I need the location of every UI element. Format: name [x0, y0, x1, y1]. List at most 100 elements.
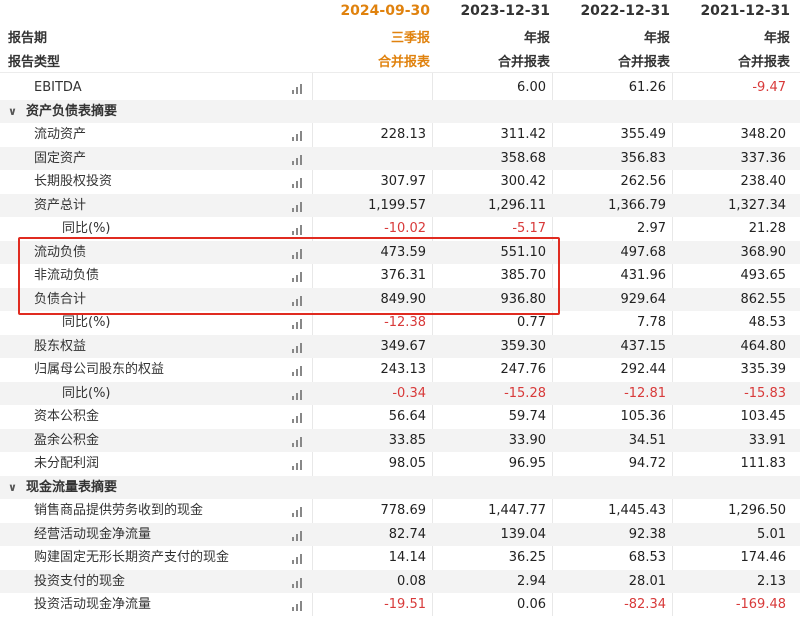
table-cell: 2.13: [757, 573, 786, 589]
table-cell: 5.01: [757, 526, 786, 542]
section-title: 资产负债表摘要: [26, 103, 118, 119]
table-cell: 174.46: [740, 550, 787, 565]
chevron-down-icon[interactable]: ∨: [8, 100, 22, 124]
table-cell: 300.42: [500, 174, 547, 189]
bar-chart-icon[interactable]: [292, 177, 304, 188]
table-cell: 94.72: [628, 456, 666, 471]
table-row: 投资活动现金净流量 -19.51 0.06 -82.34 -169.48: [0, 593, 800, 617]
table-cell: 551.10: [500, 244, 547, 260]
row-label: 销售商品提供劳务收到的现金: [34, 503, 204, 518]
table-cell: 262.56: [620, 174, 667, 189]
table-cell: 862.55: [740, 291, 787, 307]
row-label: 负债合计: [34, 291, 87, 307]
bar-chart-icon[interactable]: [292, 201, 304, 212]
table-cell: 493.65: [740, 268, 787, 283]
table-cell: 59.74: [508, 409, 546, 424]
bar-chart-icon[interactable]: [292, 318, 304, 329]
section-row[interactable]: ∨ 现金流量表摘要: [0, 475, 800, 500]
column-statement-type: 合并报表: [497, 55, 550, 70]
table-cell: 238.40: [740, 174, 787, 189]
row-label: EBITDA: [34, 80, 82, 95]
table-cell: 139.04: [500, 526, 547, 542]
report-period-label: 报告期: [8, 31, 48, 46]
row-label: 非流动负债: [34, 268, 100, 283]
bar-chart-icon[interactable]: [292, 389, 304, 400]
table-cell: 61.26: [628, 80, 666, 95]
table-cell: 929.64: [620, 291, 667, 307]
table-cell: 497.68: [620, 244, 667, 260]
table-cell: 1,445.43: [608, 503, 666, 518]
table-cell: 355.49: [620, 127, 667, 142]
bar-chart-icon[interactable]: [292, 224, 304, 235]
table-cell: 437.15: [620, 338, 667, 354]
table-row: 固定资产 358.68 356.83 337.36: [0, 146, 800, 170]
table-cell: 0.08: [397, 573, 426, 589]
table-row: 流动资产 228.13 311.42 355.49 348.20: [0, 123, 800, 147]
bar-chart-icon[interactable]: [292, 436, 304, 447]
table-cell: 21.28: [748, 221, 786, 236]
table-cell: 356.83: [620, 150, 667, 166]
bar-chart-icon[interactable]: [292, 365, 304, 376]
bar-chart-icon[interactable]: [292, 412, 304, 423]
table-cell: 1,366.79: [608, 197, 666, 213]
table-row: 盈余公积金 33.85 33.90 34.51 33.91: [0, 428, 800, 452]
bar-chart-icon[interactable]: [292, 83, 304, 94]
bar-chart-icon[interactable]: [292, 271, 304, 282]
table-cell: 28.01: [628, 573, 666, 589]
bar-chart-icon[interactable]: [292, 130, 304, 141]
bar-chart-icon[interactable]: [292, 248, 304, 259]
row-label: 同比(%): [62, 221, 111, 236]
table-row: 销售商品提供劳务收到的现金 778.69 1,447.77 1,445.43 1,296…: [0, 499, 800, 523]
bar-chart-icon[interactable]: [292, 154, 304, 165]
table-cell: 348.20: [740, 127, 787, 142]
bar-chart-icon[interactable]: [292, 600, 304, 611]
table-row: 未分配利润 98.05 96.95 94.72 111.83: [0, 452, 800, 476]
table-cell: 359.30: [500, 338, 547, 354]
table-row: 投资支付的现金 0.08 2.94 28.01 2.13: [0, 569, 800, 593]
row-label: 流动负债: [34, 244, 87, 260]
bar-chart-icon[interactable]: [292, 459, 304, 470]
column-statement-type: 合并报表: [617, 55, 670, 70]
row-label: 归属母公司股东的权益: [34, 362, 165, 377]
column-date-header[interactable]: 2021-12-31: [672, 3, 790, 19]
chevron-down-icon[interactable]: ∨: [8, 476, 22, 500]
table-row: 股东权益 349.67 359.30 437.15 464.80: [0, 334, 800, 358]
table-row: 购建固定无形长期资产支付的现金 14.14 36.25 68.53 174.46: [0, 546, 800, 570]
bar-chart-icon[interactable]: [292, 530, 304, 541]
table-row: 资本公积金 56.64 59.74 105.36 103.45: [0, 405, 800, 429]
section-header: ∨ 现金流量表摘要: [8, 476, 117, 500]
section-row[interactable]: ∨ 资产负债表摘要: [0, 99, 800, 124]
table-cell: 68.53: [628, 550, 666, 565]
table-cell: 431.96: [620, 268, 667, 283]
bar-chart-icon[interactable]: [292, 577, 304, 588]
table-cell: -169.48: [735, 597, 786, 612]
table-cell: 1,327.34: [728, 197, 786, 213]
table-cell: 2.97: [637, 221, 666, 236]
column-date-header[interactable]: 2022-12-31: [552, 3, 670, 19]
table-cell: 33.90: [508, 432, 546, 448]
table-cell: 349.67: [380, 338, 427, 354]
table-row: 同比(%) -12.38 0.77 7.78 48.53: [0, 311, 800, 335]
row-label: 股东权益: [34, 338, 87, 354]
table-cell: -12.38: [384, 315, 426, 330]
table-cell: 98.05: [388, 456, 426, 471]
table-cell: 337.36: [740, 150, 787, 166]
table-row: 非流动负债 376.31 385.70 431.96 493.65: [0, 264, 800, 288]
table-cell: 0.06: [517, 597, 546, 612]
column-report-type: 年报: [643, 31, 670, 46]
bar-chart-icon[interactable]: [292, 295, 304, 306]
table-cell: 292.44: [620, 362, 667, 377]
table-cell: -12.81: [624, 385, 666, 401]
bar-chart-icon[interactable]: [292, 553, 304, 564]
column-date-header[interactable]: 2023-12-31: [432, 3, 550, 19]
row-label: 资产总计: [34, 197, 87, 213]
bar-chart-icon[interactable]: [292, 506, 304, 517]
column-report-type: 三季报: [390, 31, 430, 46]
row-label: 经营活动现金净流量: [34, 526, 152, 542]
bar-chart-icon[interactable]: [292, 342, 304, 353]
table-cell: -10.02: [384, 221, 426, 236]
column-date-header[interactable]: 2024-09-30: [312, 3, 430, 19]
table-cell: 243.13: [380, 362, 427, 377]
column-report-type: 年报: [523, 31, 550, 46]
table-row: 同比(%) -0.34 -15.28 -12.81 -15.83: [0, 381, 800, 405]
